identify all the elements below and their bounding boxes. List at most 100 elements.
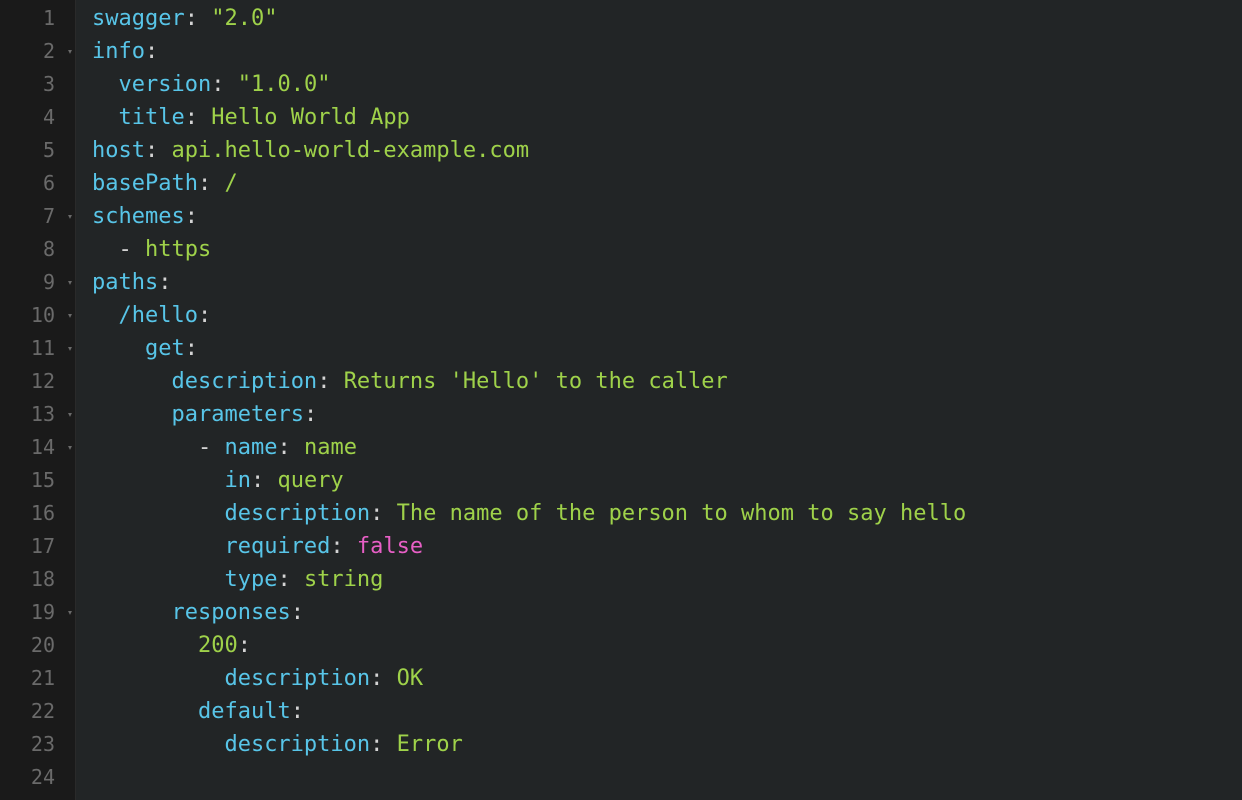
line-number: 16 (0, 497, 75, 530)
token-boolean: false (357, 534, 423, 559)
line-number: 19▾ (0, 596, 75, 629)
code-line[interactable]: /hello: (92, 299, 1242, 332)
code-line[interactable]: type: string (92, 563, 1242, 596)
token-sp (92, 105, 119, 130)
token-key: host (92, 138, 145, 163)
line-number: 3 (0, 68, 75, 101)
line-number: 23 (0, 728, 75, 761)
line-number: 15 (0, 464, 75, 497)
line-number: 7▾ (0, 200, 75, 233)
token-string: The name of the person to whom to say he… (397, 501, 967, 526)
code-line[interactable]: swagger: "2.0" (92, 2, 1242, 35)
line-number: 14▾ (0, 431, 75, 464)
code-line[interactable]: required: false (92, 530, 1242, 563)
token-dash: - (119, 237, 146, 262)
token-punct: : (251, 468, 278, 493)
fold-icon[interactable]: ▾ (67, 299, 73, 332)
code-line[interactable]: responses: (92, 596, 1242, 629)
fold-icon[interactable]: ▾ (67, 398, 73, 431)
token-key: version (119, 72, 212, 97)
token-string: "1.0.0" (238, 72, 331, 97)
code-line[interactable]: paths: (92, 266, 1242, 299)
line-number: 13▾ (0, 398, 75, 431)
line-number: 24 (0, 761, 75, 794)
token-key: schemes (92, 204, 185, 229)
line-number: 8 (0, 233, 75, 266)
code-line[interactable]: description: The name of the person to w… (92, 497, 1242, 530)
code-editor[interactable]: swagger: "2.0"info: version: "1.0.0" tit… (76, 0, 1242, 800)
code-line[interactable]: description: OK (92, 662, 1242, 695)
code-line[interactable]: basePath: / (92, 167, 1242, 200)
token-punct: : (145, 39, 158, 64)
line-number: 22 (0, 695, 75, 728)
token-key: in (224, 468, 251, 493)
token-key: default (198, 699, 291, 724)
token-punct: : (185, 204, 198, 229)
fold-icon[interactable]: ▾ (67, 596, 73, 629)
token-sp (92, 72, 119, 97)
code-line[interactable]: default: (92, 695, 1242, 728)
token-punct: : (370, 732, 397, 757)
token-string: "2.0" (211, 6, 277, 31)
code-line[interactable]: - name: name (92, 431, 1242, 464)
token-string: / (224, 171, 237, 196)
token-sp (92, 435, 198, 460)
token-key: /hello (119, 303, 198, 328)
token-key: name (224, 435, 277, 460)
code-line[interactable]: in: query (92, 464, 1242, 497)
token-punct: : (185, 6, 212, 31)
token-key: get (145, 336, 185, 361)
token-punct: : (330, 534, 357, 559)
token-key: parameters (171, 402, 303, 427)
line-number: 21 (0, 662, 75, 695)
code-line[interactable]: description: Returns 'Hello' to the call… (92, 365, 1242, 398)
token-key: required (224, 534, 330, 559)
code-line[interactable]: host: api.hello-world-example.com (92, 134, 1242, 167)
line-number: 6 (0, 167, 75, 200)
token-key: description (224, 732, 370, 757)
token-sp (92, 501, 224, 526)
code-line[interactable]: schemes: (92, 200, 1242, 233)
token-punct: : (277, 435, 304, 460)
token-key: description (224, 666, 370, 691)
line-number: 18 (0, 563, 75, 596)
token-sp (92, 369, 171, 394)
fold-icon[interactable]: ▾ (67, 332, 73, 365)
line-number: 1 (0, 2, 75, 35)
token-punct: : (145, 138, 172, 163)
code-line[interactable]: title: Hello World App (92, 101, 1242, 134)
code-line[interactable] (92, 761, 1242, 794)
fold-icon[interactable]: ▾ (67, 431, 73, 464)
fold-icon[interactable]: ▾ (67, 266, 73, 299)
line-number: 11▾ (0, 332, 75, 365)
token-punct: : (304, 402, 317, 427)
code-line[interactable]: parameters: (92, 398, 1242, 431)
token-punct: : (370, 666, 397, 691)
gutter: 12▾34567▾89▾10▾11▾1213▾14▾1516171819▾202… (0, 0, 76, 800)
token-punct: : (185, 336, 198, 361)
token-punct: : (198, 303, 211, 328)
code-line[interactable]: description: Error (92, 728, 1242, 761)
fold-icon[interactable]: ▾ (67, 200, 73, 233)
token-punct: : (158, 270, 171, 295)
token-key: description (224, 501, 370, 526)
fold-icon[interactable]: ▾ (67, 35, 73, 68)
token-dash: - (198, 435, 225, 460)
token-punct: : (370, 501, 397, 526)
code-line[interactable]: get: (92, 332, 1242, 365)
token-sp (92, 732, 224, 757)
code-line[interactable]: info: (92, 35, 1242, 68)
token-punct: : (291, 600, 304, 625)
token-key: swagger (92, 6, 185, 31)
line-number: 20 (0, 629, 75, 662)
token-key: description (171, 369, 317, 394)
token-key: type (224, 567, 277, 592)
code-line[interactable]: - https (92, 233, 1242, 266)
token-string: Hello World App (211, 105, 410, 130)
token-key: paths (92, 270, 158, 295)
token-punct: : (277, 567, 304, 592)
code-line[interactable]: 200: (92, 629, 1242, 662)
code-line[interactable]: version: "1.0.0" (92, 68, 1242, 101)
line-number: 9▾ (0, 266, 75, 299)
token-sp (92, 402, 171, 427)
